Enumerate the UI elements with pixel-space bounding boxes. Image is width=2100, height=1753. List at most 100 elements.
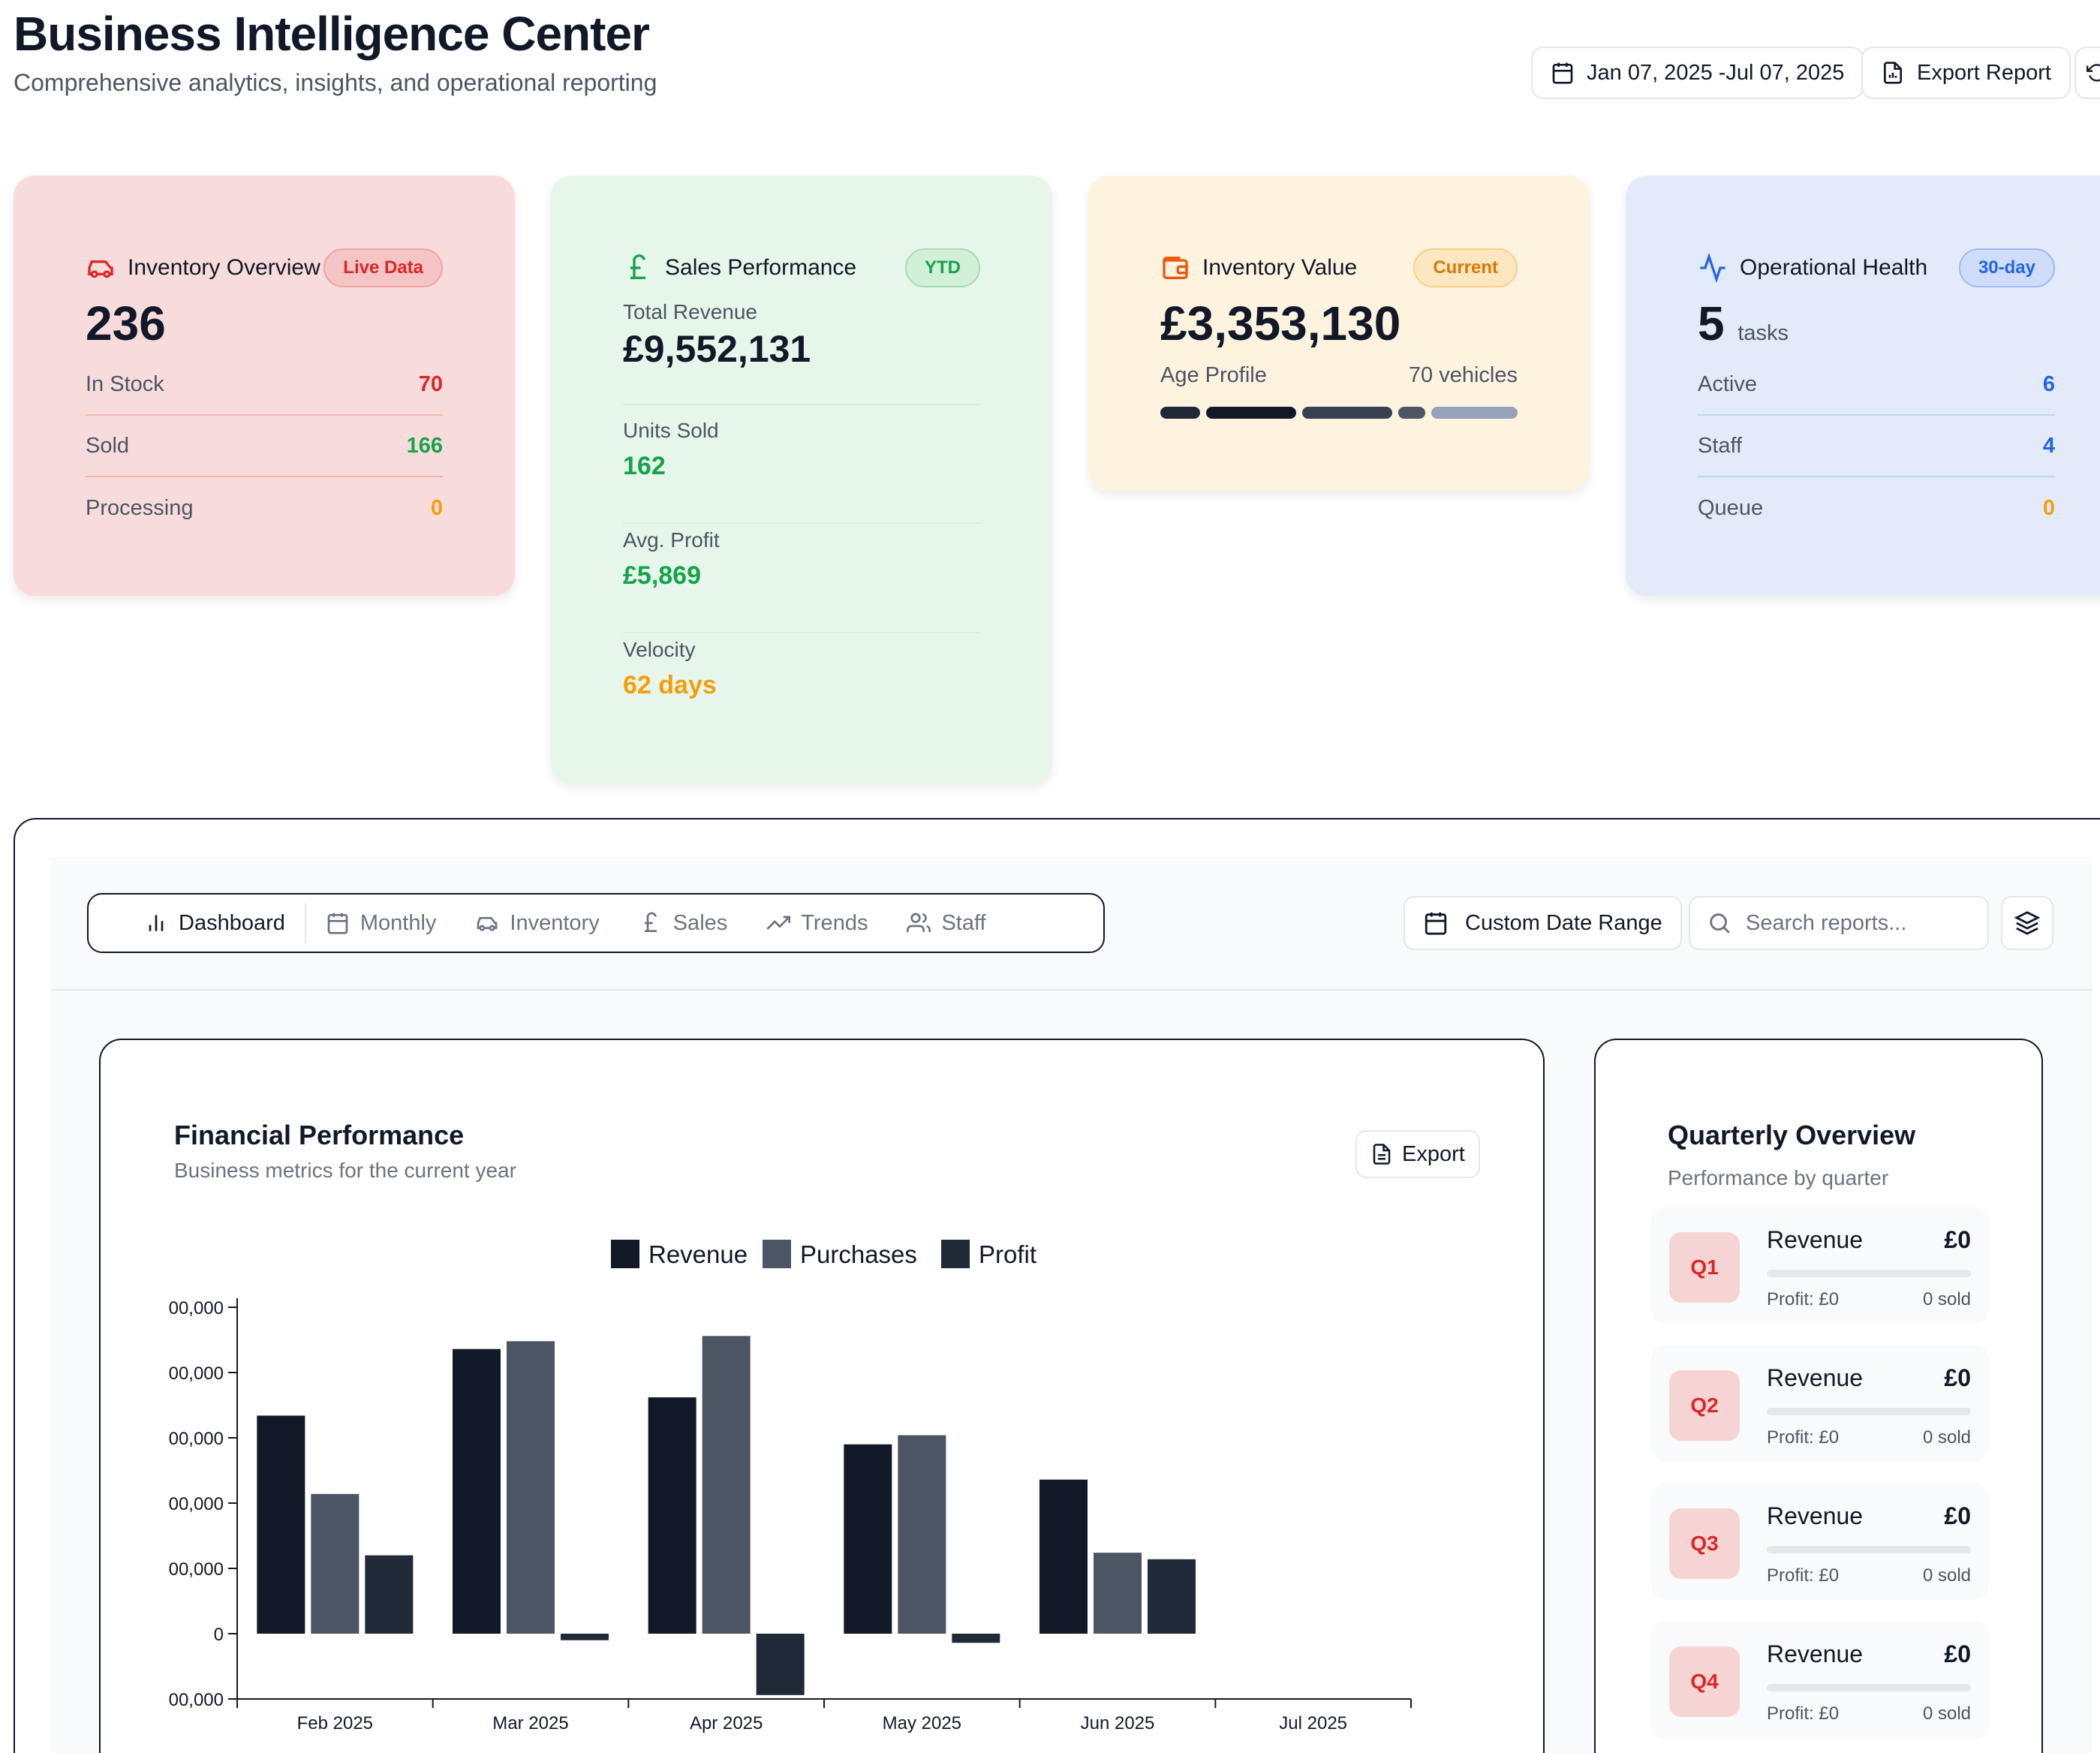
tab-label: Staff [941,910,986,935]
legend-label: Revenue [648,1240,748,1268]
quarterly-subtitle: Performance by quarter [1668,1166,1889,1189]
stat-label: Sold [86,433,130,458]
age-segment [1160,407,1201,419]
quarter-amount: £0 [1944,1502,1971,1529]
stat-value: 6 [2042,371,2055,396]
card-title: Operational Health [1740,255,1928,280]
calendar-icon [1552,62,1573,84]
quarter-badge: Q2 [1669,1370,1740,1441]
stat-row-in-stock: In Stock 70 [86,354,443,416]
card-header: Operational Health 30-day [1698,248,2055,288]
pound-icon [630,254,645,279]
legend-swatch [611,1240,639,1268]
stat-label: In Stock [86,371,164,396]
page-title: Business Intelligence Center [14,7,650,61]
tab-monthly[interactable]: Monthly [306,896,456,950]
sales-item-value: 162 [623,452,666,480]
card-title: Inventory Value [1202,255,1358,280]
page-subtitle: Comprehensive analytics, insights, and o… [14,69,657,96]
y-tick-label: 0 [214,1625,224,1645]
quarter-item-q1[interactable]: Q1 Revenue £0 Profit: £0 0 sold [1651,1207,1989,1324]
tab-dashboard[interactable]: Dashboard [125,896,305,950]
sales-item-avg-profit: Avg. Profit £5,869 [623,524,980,633]
x-tick-label: Jul 2025 [1279,1713,1347,1733]
quarter-sold: 0 sold [1922,1703,1971,1724]
quarter-item-q4[interactable]: Q4 Revenue £0 Profit: £0 0 sold [1651,1621,1989,1738]
quarter-label: Revenue [1767,1364,1864,1391]
task-count-unit: tasks [1737,321,1789,345]
quarter-sold: 0 sold [1922,1427,1971,1448]
stat-value: 4 [2042,433,2055,458]
legend-swatch [763,1240,791,1268]
quarter-profit: Profit: £0 [1767,1565,1840,1586]
custom-date-range-button[interactable]: Custom Date Range [1404,896,1682,950]
tab-inventory[interactable]: Inventory [456,896,618,950]
tab-sales[interactable]: Sales [619,896,748,950]
quarter-item-q3[interactable]: Q3 Revenue £0 Profit: £0 0 sold [1651,1483,1989,1600]
sales-item-value: 62 days [623,671,717,699]
quarter-progress-bar [1767,1546,1971,1553]
bar-purchases [311,1493,360,1634]
quarter-label: Revenue [1767,1640,1864,1667]
refresh-icon [2086,64,2100,82]
quarter-label: Revenue [1767,1502,1864,1529]
sales-item-label: Total Revenue [623,300,758,323]
operational-health-card: Operational Health 30-day 5 tasks Active… [1626,176,2100,596]
sales-item-label: Units Sold [623,419,719,442]
legend-swatch [941,1240,970,1268]
quarter-progress-bar [1767,1684,1971,1691]
quarter-item-q2[interactable]: Q2 Revenue £0 Profit: £0 0 sold [1651,1345,1989,1462]
y-tick-label: 00,000 [169,1364,224,1384]
quarterly-overview-card: Quarterly Overview Performance by quarte… [1594,1039,2043,1753]
report-tabs: Dashboard Monthly Inventory Sales Trends… [87,893,1105,953]
inventory-total: 236 [86,296,166,350]
bar-revenue [453,1349,501,1634]
layers-icon [2014,911,2040,935]
age-profile-bar [1160,407,1518,419]
bar-purchases [507,1341,555,1634]
bar-profit [756,1634,805,1695]
bar-chart-icon [149,915,164,931]
x-tick-label: Apr 2025 [690,1713,763,1733]
stat-value: 0 [2042,495,2055,520]
y-tick-label: 00,000 [169,1494,224,1514]
tab-label: Sales [672,910,728,935]
refresh-button[interactable] [2074,47,2100,99]
stat-row-active: Active 6 [1698,354,2055,416]
y-tick-label: 00,000 [169,1298,224,1319]
y-tick-label: 00,000 [169,1690,224,1710]
bar-profit [952,1634,1000,1643]
financial-bar-chart: Revenue Purchases Profit 00,000 00,000 00,000… [169,1240,1412,1733]
bar-purchases [898,1435,946,1634]
bar-profit [561,1634,609,1640]
quarter-badge: Q1 [1669,1232,1740,1303]
date-range-button[interactable]: Jan 07, 2025 -Jul 07, 2025 [1531,47,1864,99]
quarter-profit: Profit: £0 [1767,1703,1840,1724]
quarter-profit: Profit: £0 [1767,1289,1840,1309]
calendar-icon [327,913,348,934]
custom-date-range-label: Custom Date Range [1465,910,1662,935]
export-report-button[interactable]: Export Report [1861,47,2071,99]
y-tick-label: 00,000 [169,1429,224,1449]
layers-button[interactable] [2001,896,2053,950]
search-input[interactable] [1746,910,1971,936]
date-range-label: Jan 07, 2025 -Jul 07, 2025 [1587,60,1845,85]
age-profile-label: Age Profile [1160,362,1267,387]
trending-up-icon [766,916,791,930]
quarterly-title: Quarterly Overview [1668,1120,1916,1150]
bar-revenue [648,1397,696,1634]
stat-value: 166 [406,433,443,458]
bar-revenue [257,1415,305,1634]
quarter-sold: 0 sold [1922,1565,1971,1586]
tab-staff[interactable]: Staff [887,896,1005,950]
quarter-profit: Profit: £0 [1767,1427,1840,1448]
card-header: Sales Performance YTD [623,248,980,288]
tab-trends[interactable]: Trends [747,896,887,950]
bar-revenue [1039,1479,1088,1634]
quarter-label: Revenue [1767,1226,1864,1253]
task-count-value: 5 [1698,296,1725,350]
sales-item-revenue: Total Revenue £9,552,131 [623,296,980,405]
stat-label: Active [1698,371,1757,396]
legend-label: Profit [979,1240,1036,1268]
wallet-icon [1163,257,1188,279]
